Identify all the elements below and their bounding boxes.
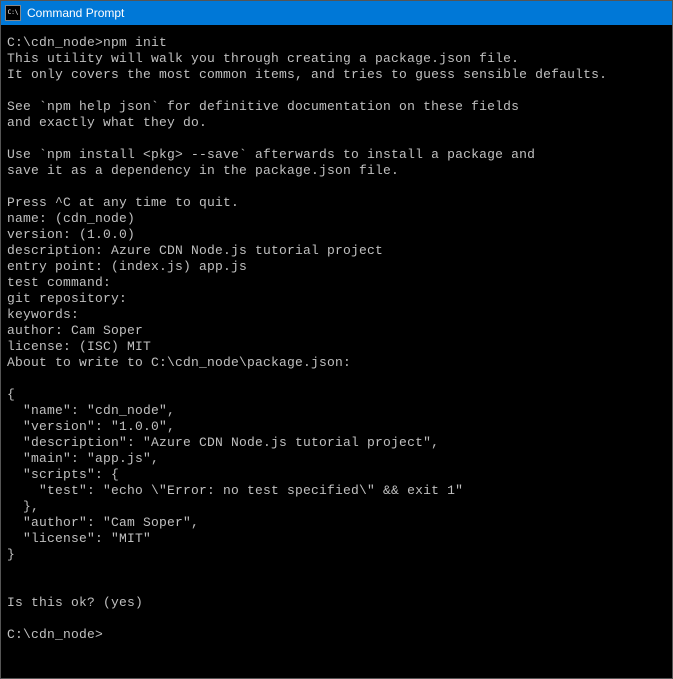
terminal-line: name: (cdn_node) bbox=[7, 211, 666, 227]
terminal-line: "license": "MIT" bbox=[7, 531, 666, 547]
terminal-line: "version": "1.0.0", bbox=[7, 419, 666, 435]
terminal-line: C:\cdn_node>npm init bbox=[7, 35, 666, 51]
terminal-line: About to write to C:\cdn_node\package.js… bbox=[7, 355, 666, 371]
terminal-line: git repository: bbox=[7, 291, 666, 307]
terminal-line: Use `npm install <pkg> --save` afterward… bbox=[7, 147, 666, 163]
terminal-line: description: Azure CDN Node.js tutorial … bbox=[7, 243, 666, 259]
terminal-line bbox=[7, 563, 666, 579]
terminal-line: } bbox=[7, 547, 666, 563]
terminal-line: save it as a dependency in the package.j… bbox=[7, 163, 666, 179]
terminal-line: author: Cam Soper bbox=[7, 323, 666, 339]
terminal-line: See `npm help json` for definitive docum… bbox=[7, 99, 666, 115]
terminal-line: test command: bbox=[7, 275, 666, 291]
terminal-line: It only covers the most common items, an… bbox=[7, 67, 666, 83]
terminal-line: { bbox=[7, 387, 666, 403]
window-title: Command Prompt bbox=[27, 6, 124, 20]
terminal-line: version: (1.0.0) bbox=[7, 227, 666, 243]
terminal-line: C:\cdn_node> bbox=[7, 627, 666, 643]
terminal-line: }, bbox=[7, 499, 666, 515]
terminal-output[interactable]: C:\cdn_node>npm initThis utility will wa… bbox=[1, 25, 672, 678]
terminal-line bbox=[7, 131, 666, 147]
terminal-line: keywords: bbox=[7, 307, 666, 323]
terminal-line bbox=[7, 179, 666, 195]
terminal-line: "scripts": { bbox=[7, 467, 666, 483]
terminal-line bbox=[7, 371, 666, 387]
titlebar[interactable]: Command Prompt bbox=[1, 1, 672, 25]
terminal-line bbox=[7, 579, 666, 595]
terminal-line: "test": "echo \"Error: no test specified… bbox=[7, 483, 666, 499]
terminal-line: "main": "app.js", bbox=[7, 451, 666, 467]
terminal-line: Is this ok? (yes) bbox=[7, 595, 666, 611]
terminal-line: This utility will walk you through creat… bbox=[7, 51, 666, 67]
terminal-line: and exactly what they do. bbox=[7, 115, 666, 131]
terminal-line bbox=[7, 83, 666, 99]
cmd-icon bbox=[5, 5, 21, 21]
terminal-line bbox=[7, 611, 666, 627]
terminal-line: license: (ISC) MIT bbox=[7, 339, 666, 355]
terminal-line: "name": "cdn_node", bbox=[7, 403, 666, 419]
terminal-line: Press ^C at any time to quit. bbox=[7, 195, 666, 211]
terminal-line: "description": "Azure CDN Node.js tutori… bbox=[7, 435, 666, 451]
terminal-line: entry point: (index.js) app.js bbox=[7, 259, 666, 275]
terminal-line: "author": "Cam Soper", bbox=[7, 515, 666, 531]
